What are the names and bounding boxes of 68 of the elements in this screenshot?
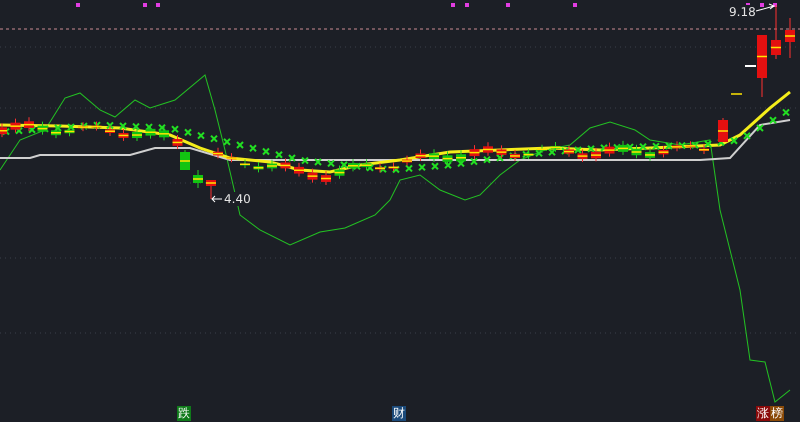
candlestick (718, 118, 728, 142)
candlestick (92, 121, 102, 132)
candlestick (280, 158, 290, 172)
candlestick (483, 142, 493, 156)
candlestick (757, 34, 767, 98)
candlestick (180, 150, 190, 170)
leader-line (211, 196, 222, 202)
leader-line (756, 4, 776, 12)
candlestick (308, 168, 318, 184)
event-marker: 财 (392, 406, 406, 421)
candlestick (193, 170, 203, 188)
price-label: 9.18 (729, 5, 756, 19)
candlestick (416, 149, 426, 162)
price-tick (745, 65, 756, 67)
candlestick (591, 147, 601, 162)
candlestick (785, 18, 795, 58)
candlestick (226, 152, 236, 163)
candlestick (429, 148, 439, 162)
candlestick (334, 164, 344, 180)
candlestick (771, 4, 781, 60)
candlestick (267, 159, 277, 172)
candlestick (362, 158, 372, 171)
candlestick (64, 125, 74, 137)
candlestick (672, 140, 682, 152)
candlestick (564, 144, 574, 158)
candlestick (294, 162, 304, 178)
candlestick (78, 122, 88, 132)
candlestick (699, 144, 709, 154)
candlestick (132, 128, 142, 142)
candlestick (375, 162, 385, 173)
event-marker: 涨 (756, 406, 770, 421)
candlestick (240, 158, 250, 169)
candlestick (0, 122, 7, 138)
candlestick (442, 150, 452, 166)
candlestick (146, 124, 156, 140)
candlestick (24, 116, 34, 132)
candlestick (604, 142, 614, 158)
candlestick (632, 144, 642, 159)
candlestick (38, 121, 48, 136)
candlestick (213, 147, 223, 159)
candlestick (510, 149, 520, 162)
candlestick (496, 144, 506, 158)
candlestick (618, 140, 628, 156)
candlestick (456, 150, 466, 165)
candlestick (206, 180, 216, 200)
candlestick (470, 144, 480, 160)
candlestick (348, 158, 358, 172)
candlestick (321, 170, 331, 186)
candlestick (550, 141, 560, 152)
candlestick (537, 144, 547, 154)
candlestick (51, 126, 61, 139)
candlestick (686, 140, 696, 150)
candlestick (159, 126, 169, 141)
candlestick (658, 145, 668, 158)
candlestick (105, 124, 115, 136)
candlestick (254, 162, 264, 173)
event-marker: 跌 (177, 406, 191, 421)
candlestick (10, 118, 20, 134)
candlestick (388, 162, 398, 172)
price-label: 4.40 (224, 192, 251, 206)
candlestick (402, 155, 412, 166)
candlestick (172, 134, 182, 150)
candlestick (578, 148, 588, 162)
candlestick (645, 148, 655, 162)
event-marker: 榜 (770, 406, 784, 421)
candlestick (118, 128, 128, 142)
candlestick (524, 148, 534, 160)
price-tick (731, 93, 742, 95)
